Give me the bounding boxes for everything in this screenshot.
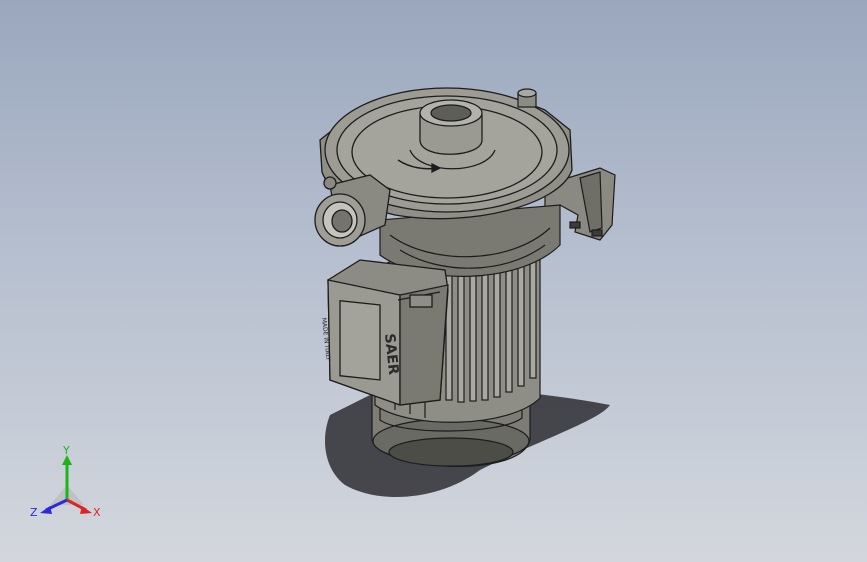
y-axis-label: Y: [62, 445, 70, 457]
terminal-box: [327, 259, 449, 406]
x-axis-arrow: [80, 506, 92, 514]
x-axis-label: X: [93, 506, 101, 519]
orientation-triad[interactable]: Y X Z: [22, 445, 112, 525]
z-axis-label: Z: [30, 506, 38, 519]
inlet-nozzle: [314, 174, 391, 247]
graphics-viewport[interactable]: MADE IN ITALY SAER Y X Z: [0, 0, 867, 562]
z-axis-arrow: [40, 506, 52, 514]
pump-model-3d-view[interactable]: MADE IN ITALY SAER: [0, 0, 867, 562]
vent-plug: [517, 88, 537, 108]
